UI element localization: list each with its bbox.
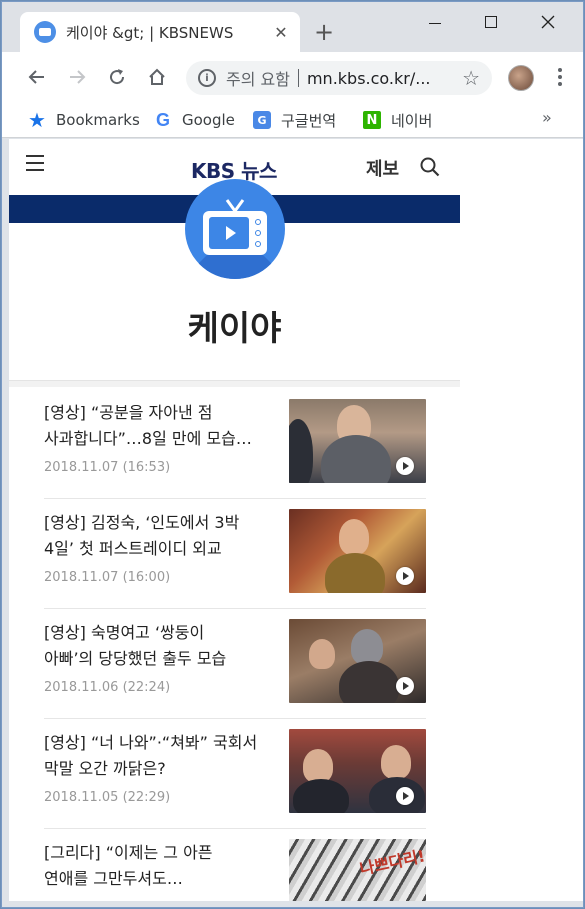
list-item[interactable]: [영상] “공분을 자아낸 점 사과합니다”…8일 만에 모습… 2018.11… <box>44 389 426 499</box>
article-title[interactable]: 아빠’의 당당했던 출두 모습 <box>44 646 274 672</box>
article-list: [영상] “공분을 자아낸 점 사과합니다”…8일 만에 모습… 2018.11… <box>44 389 426 901</box>
article-date: 2018.11.07 (16:53) <box>44 460 171 475</box>
article-date: 2018.11.05 (22:29) <box>44 790 171 805</box>
list-item[interactable]: [영상] 김정숙, ‘인도에서 3박 4일’ 첫 퍼스트레이디 외교 2018.… <box>44 499 426 609</box>
article-thumbnail[interactable] <box>289 509 426 593</box>
title-bar: 케이야 &gt; | KBSNEWS ✕ + <box>2 2 583 52</box>
browser-window: 케이야 &gt; | KBSNEWS ✕ + i 주의 요함 mn.kbs.co… <box>1 1 584 908</box>
omnibox-separator <box>297 69 299 87</box>
search-icon[interactable] <box>420 157 440 177</box>
page-viewport: KBS 뉴스 제보 케이야 [영상] “공분을 자아낸 점 사과합니다”…8일 … <box>9 139 460 901</box>
naver-icon: N <box>363 111 381 129</box>
home-icon <box>149 68 165 85</box>
bookmark-google[interactable]: G Google <box>154 108 235 132</box>
browser-tab[interactable]: 케이야 &gt; | KBSNEWS ✕ <box>20 12 300 52</box>
arrow-right-icon <box>70 70 86 84</box>
list-item[interactable]: [영상] “너 나와”·“쳐봐” 국회서 막말 오간 까닭은? 2018.11.… <box>44 719 426 829</box>
bookmarks-overflow-button[interactable]: » <box>542 108 552 127</box>
thumbnail-caption: 나쁘다리! <box>358 846 426 879</box>
star-icon: ★ <box>28 108 46 132</box>
close-icon <box>541 15 555 29</box>
hamburger-menu-icon[interactable] <box>26 155 44 171</box>
bookmark-naver[interactable]: N 네이버 <box>363 108 432 132</box>
article-date: 2018.11.07 (16:00) <box>44 570 171 585</box>
article-thumbnail[interactable] <box>289 399 426 483</box>
play-icon[interactable] <box>396 787 414 805</box>
home-button[interactable] <box>146 66 168 88</box>
bookmark-star-icon[interactable]: ☆ <box>462 66 480 90</box>
bookmark-label: 네이버 <box>391 111 433 130</box>
reload-icon <box>110 69 125 85</box>
reload-button[interactable] <box>106 66 128 88</box>
bookmark-label: 구글번역 <box>281 111 337 130</box>
close-window-button[interactable] <box>533 10 563 34</box>
play-icon[interactable] <box>396 567 414 585</box>
tab-close-icon[interactable]: ✕ <box>272 23 290 42</box>
article-title[interactable]: [영상] 숙명여고 ‘쌍둥이 <box>44 620 274 646</box>
bookmark-label: Bookmarks <box>56 111 140 129</box>
article-title[interactable]: [영상] 김정숙, ‘인도에서 3박 <box>44 510 274 536</box>
translate-icon: G <box>253 111 271 129</box>
play-icon[interactable] <box>396 457 414 475</box>
article-thumbnail[interactable] <box>289 729 426 813</box>
browser-menu-button[interactable] <box>554 64 566 90</box>
article-title[interactable]: [영상] “너 나와”·“쳐봐” 국회서 <box>44 730 274 756</box>
viewport-blank-area <box>460 139 583 901</box>
play-icon[interactable] <box>396 677 414 695</box>
list-item[interactable]: [영상] 숙명여고 ‘쌍둥이 아빠’의 당당했던 출두 모습 2018.11.0… <box>44 609 426 719</box>
bookmarks-bar: ★ Bookmarks G Google G 구글번역 N 네이버 » <box>2 102 583 138</box>
maximize-button[interactable] <box>476 10 506 34</box>
tv-program-icon <box>185 179 285 279</box>
profile-avatar[interactable] <box>508 65 534 91</box>
bookmark-translate[interactable]: G 구글번역 <box>253 108 336 132</box>
browser-toolbar: i 주의 요함 mn.kbs.co.kr/... ☆ <box>2 52 583 102</box>
article-title[interactable]: 사과합니다”…8일 만에 모습… <box>44 426 274 452</box>
kbs-favicon-icon <box>34 21 56 43</box>
google-icon: G <box>155 109 170 130</box>
list-item[interactable]: [그리다] “이제는 그 아픈 연애를 그만두셔도… 나쁘다리! <box>44 829 426 901</box>
security-warning: 주의 요함 <box>226 70 290 89</box>
article-date: 2018.11.06 (22:24) <box>44 680 171 695</box>
article-title[interactable]: 4일’ 첫 퍼스트레이디 외교 <box>44 536 274 562</box>
article-title[interactable]: 연애를 그만두셔도… <box>44 866 274 892</box>
article-title[interactable]: [영상] “공분을 자아낸 점 <box>44 400 274 426</box>
forward-button[interactable] <box>66 66 88 88</box>
section-divider <box>9 380 460 387</box>
tab-title: 케이야 &gt; | KBSNEWS <box>66 23 234 42</box>
url-text[interactable]: mn.kbs.co.kr/... <box>307 69 456 88</box>
address-bar[interactable]: i 주의 요함 mn.kbs.co.kr/... ☆ <box>186 61 492 95</box>
minimize-button[interactable] <box>420 10 450 34</box>
bookmark-bookmarks[interactable]: ★ Bookmarks <box>28 108 140 132</box>
tip-link[interactable]: 제보 <box>366 155 399 181</box>
info-icon[interactable]: i <box>198 69 216 87</box>
arrow-left-icon <box>28 70 44 84</box>
article-thumbnail[interactable] <box>289 619 426 703</box>
article-title[interactable]: 막말 오간 까닭은? <box>44 756 274 782</box>
article-thumbnail[interactable]: 나쁘다리! <box>289 839 426 901</box>
page-title: 케이야 <box>187 309 282 349</box>
bookmark-label: Google <box>182 111 235 129</box>
back-button[interactable] <box>26 66 48 88</box>
new-tab-button[interactable]: + <box>314 20 334 44</box>
window-bottom-border <box>2 901 583 907</box>
article-title[interactable]: [그리다] “이제는 그 아픈 <box>44 840 274 866</box>
